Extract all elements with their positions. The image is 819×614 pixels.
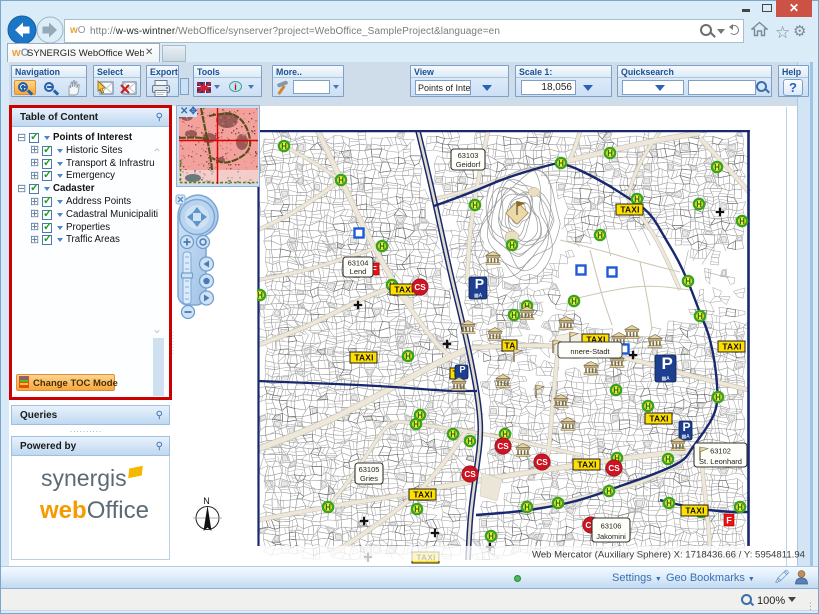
svg-text:N: N xyxy=(203,496,210,506)
svg-text:F: F xyxy=(726,516,732,526)
svg-text:H: H xyxy=(597,231,603,240)
svg-text:H: H xyxy=(696,200,702,209)
svg-text:H: H xyxy=(714,163,720,172)
svg-text:H: H xyxy=(414,505,420,514)
svg-text:CS: CS xyxy=(608,464,620,473)
svg-text:63105: 63105 xyxy=(359,465,380,474)
svg-text:63106: 63106 xyxy=(601,522,622,531)
svg-text:H: H xyxy=(606,487,612,496)
svg-text:P: P xyxy=(459,364,465,374)
svg-text:nnere-Stadt: nnere-Stadt xyxy=(570,347,610,356)
svg-text:H: H xyxy=(417,411,423,420)
svg-text:Jakomini: Jakomini xyxy=(596,532,626,541)
svg-text:H: H xyxy=(413,420,419,429)
svg-text:Gries: Gries xyxy=(360,474,378,483)
svg-text:H: H xyxy=(379,242,385,251)
svg-text:Lend: Lend xyxy=(350,267,367,276)
svg-text:CS: CS xyxy=(414,283,426,292)
svg-text:CS: CS xyxy=(497,442,509,451)
svg-text:TAXI: TAXI xyxy=(413,490,432,500)
svg-text:H: H xyxy=(571,297,577,306)
svg-text:Web Mercator (Auxiliary Sphere: Web Mercator (Auxiliary Sphere) X: 17184… xyxy=(532,550,806,561)
svg-text:H: H xyxy=(697,312,703,321)
svg-text:H: H xyxy=(511,311,517,320)
svg-text:Geidorf: Geidorf xyxy=(456,160,482,169)
svg-text:H: H xyxy=(325,503,331,512)
svg-text:H: H xyxy=(685,277,691,286)
svg-text:H: H xyxy=(613,386,619,395)
svg-text:TAXI: TAXI xyxy=(394,285,413,295)
svg-text:P: P xyxy=(682,420,690,434)
svg-text:TAXI: TAXI xyxy=(685,506,704,516)
svg-text:▩A: ▩A xyxy=(474,293,483,299)
svg-text:H: H xyxy=(665,455,671,464)
svg-text:H: H xyxy=(405,352,411,361)
svg-text:TAXI: TAXI xyxy=(649,414,668,424)
svg-text:H: H xyxy=(558,159,564,168)
svg-text:H: H xyxy=(715,393,721,402)
svg-text:TAXI: TAXI xyxy=(722,342,741,352)
svg-text:H: H xyxy=(555,499,561,508)
svg-text:H: H xyxy=(737,503,743,512)
svg-text:H: H xyxy=(666,499,672,508)
svg-text:H: H xyxy=(509,241,515,250)
svg-text:63102: 63102 xyxy=(710,447,731,456)
svg-text:TAXI: TAXI xyxy=(620,205,639,215)
svg-text:H: H xyxy=(472,201,478,210)
svg-text:63103: 63103 xyxy=(458,151,479,160)
svg-text:H: H xyxy=(257,291,263,300)
svg-text:H: H xyxy=(645,402,651,411)
svg-text:CS: CS xyxy=(536,458,548,467)
svg-text:TAXI: TAXI xyxy=(354,353,373,363)
svg-text:H: H xyxy=(524,503,530,512)
svg-text:CS: CS xyxy=(464,470,476,479)
svg-text:▩A: ▩A xyxy=(681,434,690,440)
svg-text:H: H xyxy=(739,217,745,226)
svg-text:St. Leonhard: St. Leonhard xyxy=(699,457,742,466)
svg-text:P: P xyxy=(662,354,673,373)
svg-text:H: H xyxy=(488,532,494,541)
svg-text:H: H xyxy=(607,149,613,158)
svg-text:TAXI: TAXI xyxy=(577,460,596,470)
svg-text:H: H xyxy=(634,195,640,204)
svg-text:H: H xyxy=(467,437,473,446)
svg-text:P: P xyxy=(475,275,484,291)
svg-text:H: H xyxy=(338,176,344,185)
svg-text:▩A: ▩A xyxy=(661,376,670,382)
svg-text:H: H xyxy=(281,142,287,151)
svg-text:H: H xyxy=(450,430,456,439)
